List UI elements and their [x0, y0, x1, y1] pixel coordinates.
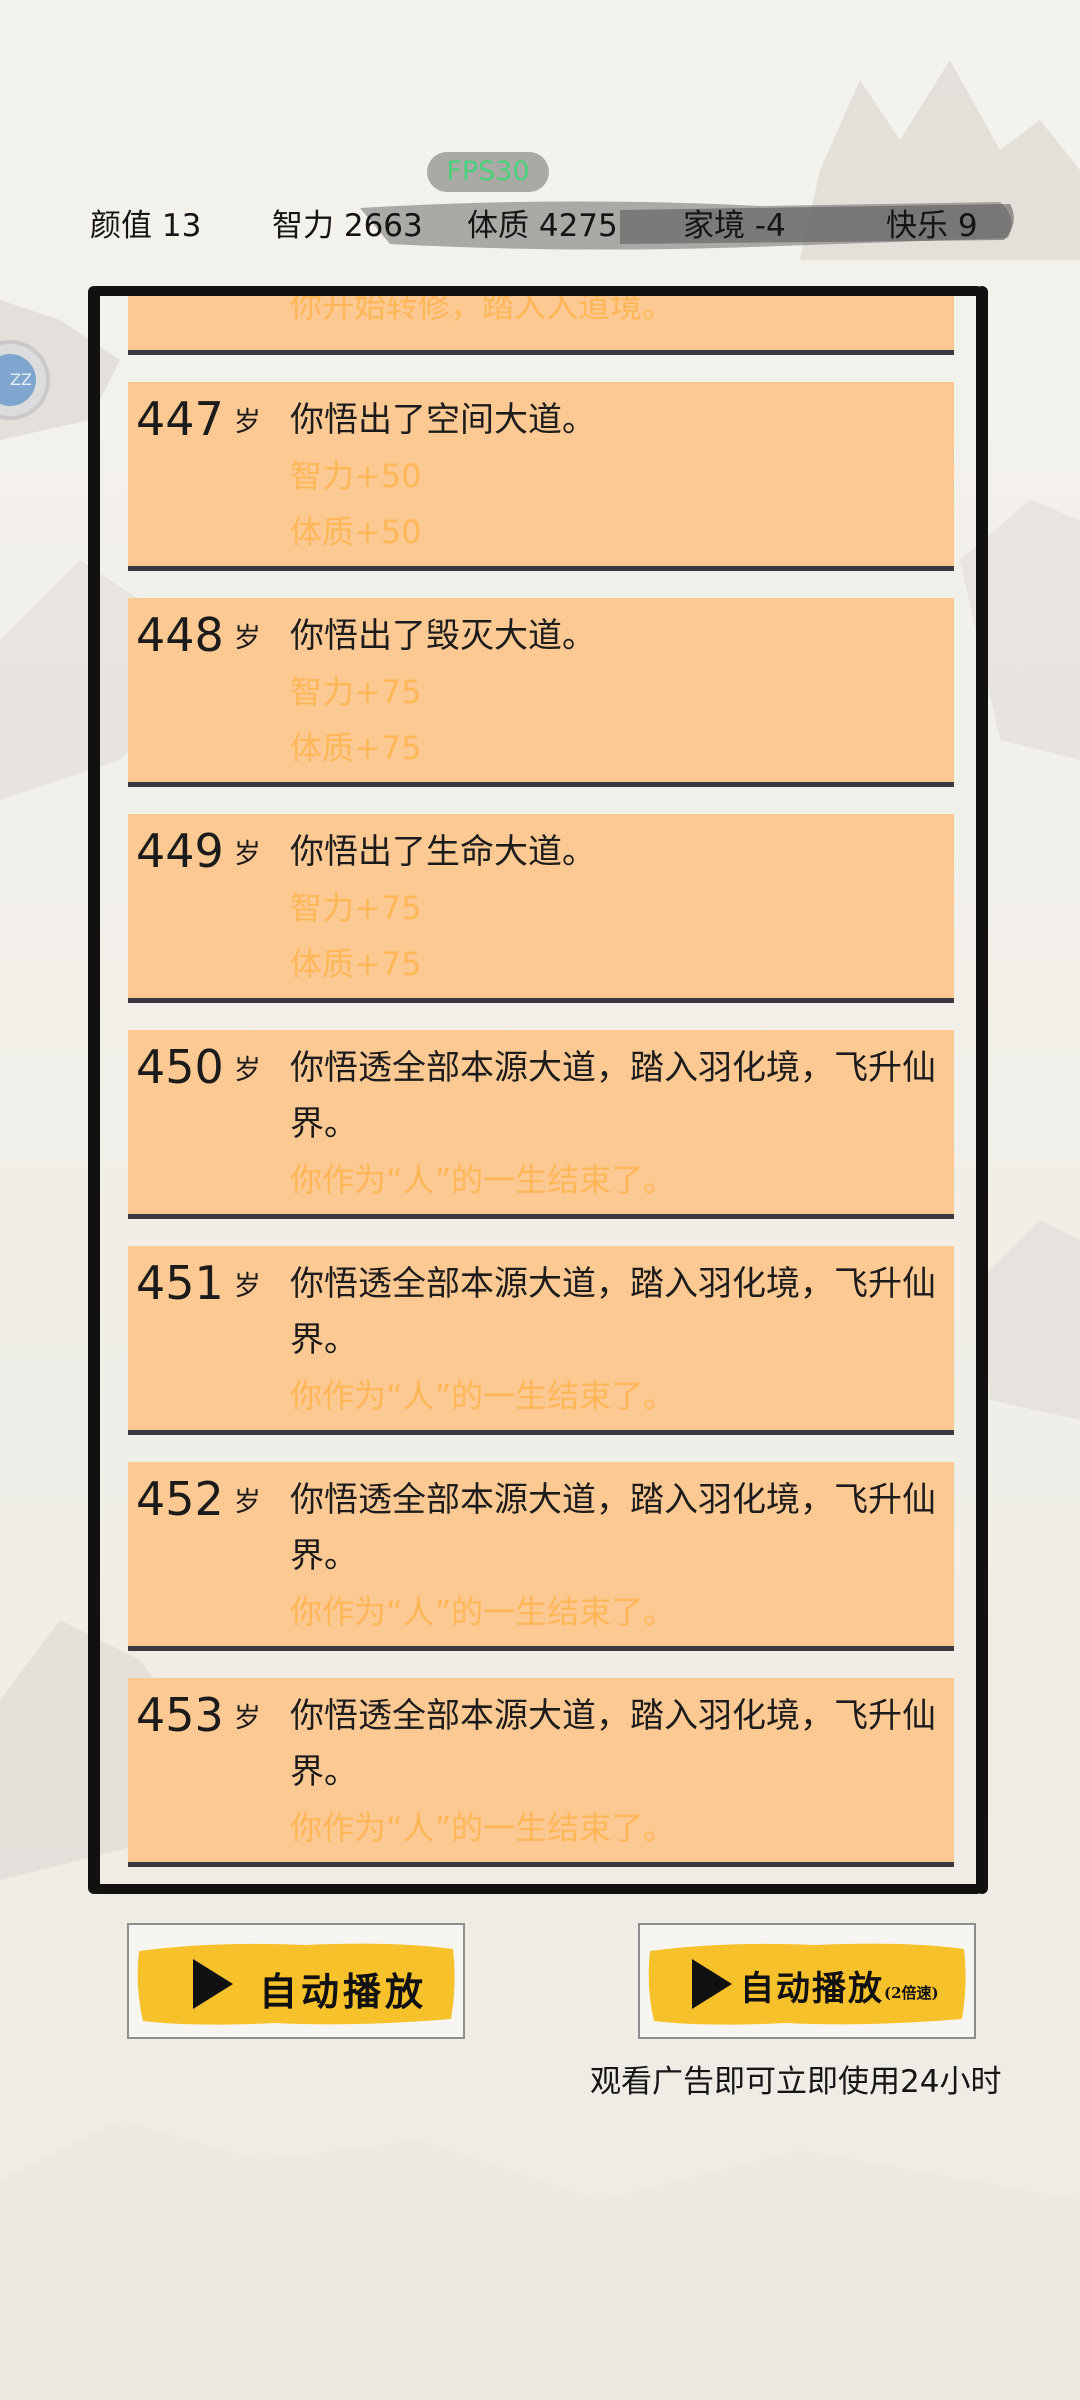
event-effect: 你作为“人”的一生结束了。 — [290, 1161, 676, 1199]
event-entry: 447 岁你悟出了空间大道。 智力+50 体质+50 — [128, 382, 954, 566]
event-effect: 智力+50 — [290, 457, 422, 495]
age-unit: 岁 — [233, 1055, 261, 1086]
event-text: 你悟透全部本源大道，踏入羽化境，飞升仙界。 — [290, 1696, 936, 1792]
auto-play-button[interactable]: 自动播放 — [127, 1923, 465, 2039]
event-age: 451 岁 — [136, 1256, 261, 1310]
event-age: 447 岁 — [136, 392, 261, 446]
log-frame-left — [88, 286, 100, 1894]
event-age: 452 岁 — [136, 1472, 261, 1526]
event-entry: 450 岁你悟透全部本源大道，踏入羽化境，飞升仙界。你作为“人”的一生结束了。 — [128, 1030, 954, 1214]
age-unit: 岁 — [233, 407, 261, 438]
play-icon — [692, 1959, 732, 2009]
fps-counter: FPS30 — [427, 152, 549, 192]
event-text: 你悟透全部本源大道，踏入羽化境，飞升仙界。 — [290, 1264, 936, 1360]
event-effect: 体质+75 — [290, 945, 422, 983]
event-text: 你悟透全部本源大道，踏入羽化境，飞升仙界。 — [290, 1480, 936, 1576]
speed-suffix: (2倍速) — [884, 1984, 939, 2002]
log-frame-right — [976, 286, 988, 1894]
event-list: 你开始转修，踏入入道境。 447 岁你悟出了空间大道。 智力+50 体质+50 448 岁… — [128, 286, 954, 1894]
auto-play-2x-label: 自动播放(2倍速) — [740, 1969, 939, 2009]
event-body: 你悟出了生命大道。 智力+75 体质+75 — [290, 824, 954, 992]
event-entry: 448 岁你悟出了毁灭大道。 智力+75 体质+75 — [128, 598, 954, 782]
event-entry: 449 岁你悟出了生命大道。 智力+75 体质+75 — [128, 814, 954, 998]
event-body: 你悟透全部本源大道，踏入羽化境，飞升仙界。你作为“人”的一生结束了。 — [290, 1256, 954, 1424]
event-body: 你悟出了空间大道。 智力+50 体质+50 — [290, 392, 954, 560]
event-text: 你悟出了毁灭大道。 — [290, 616, 596, 656]
event-effect: 智力+75 — [290, 673, 422, 711]
event-effect: 智力+75 — [290, 889, 422, 927]
age-unit: 岁 — [233, 1703, 261, 1734]
event-effect: 体质+50 — [290, 513, 422, 551]
event-effect: 你作为“人”的一生结束了。 — [290, 1809, 676, 1847]
event-age: 450 岁 — [136, 1040, 261, 1094]
event-effect: 你作为“人”的一生结束了。 — [290, 1377, 676, 1415]
auto-play-2x-button[interactable]: 自动播放(2倍速) — [638, 1923, 976, 2039]
life-event-log[interactable]: 你开始转修，踏入入道境。 447 岁你悟出了空间大道。 智力+50 体质+50 448 岁… — [92, 286, 984, 1894]
attribute-stats-bar: 颜值 13 智力 2663 体质 4275 家境 -4 快乐 9 — [60, 188, 1020, 258]
event-text: 你悟透全部本源大道，踏入羽化境，飞升仙界。 — [290, 1048, 936, 1144]
bubble-icon: ZZ — [0, 354, 36, 406]
event-text: 你悟出了生命大道。 — [290, 832, 596, 872]
event-body: 你悟透全部本源大道，踏入羽化境，飞升仙界。你作为“人”的一生结束了。 — [290, 1472, 954, 1640]
age-unit: 岁 — [233, 1487, 261, 1518]
event-body: 你悟出了毁灭大道。 智力+75 体质+75 — [290, 608, 954, 776]
log-frame-bottom — [92, 1884, 982, 1894]
event-entry: 452 岁你悟透全部本源大道，踏入羽化境，飞升仙界。你作为“人”的一生结束了。 — [128, 1462, 954, 1646]
log-frame-top — [92, 286, 982, 296]
event-entry: 453 岁你悟透全部本源大道，踏入羽化境，飞升仙界。你作为“人”的一生结束了。 — [128, 1678, 954, 1862]
event-effect: 体质+75 — [290, 729, 422, 767]
play-icon — [193, 1959, 233, 2009]
event-body: 你悟透全部本源大道，踏入羽化境，飞升仙界。你作为“人”的一生结束了。 — [290, 1040, 954, 1208]
event-age: 453 岁 — [136, 1688, 261, 1742]
event-text: 你悟出了空间大道。 — [290, 400, 596, 440]
stat-family: 家境 -4 — [683, 208, 786, 244]
age-unit: 岁 — [233, 623, 261, 654]
event-entry: 451 岁你悟透全部本源大道，踏入羽化境，飞升仙界。你作为“人”的一生结束了。 — [128, 1246, 954, 1430]
stat-constitution: 体质 4275 — [467, 208, 618, 244]
auto-play-label: 自动播放 — [259, 1969, 428, 2014]
event-age: 449 岁 — [136, 824, 261, 878]
stat-intelligence: 智力 2663 — [272, 208, 423, 244]
event-age: 448 岁 — [136, 608, 261, 662]
event-effect: 你作为“人”的一生结束了。 — [290, 1593, 676, 1631]
event-body: 你悟透全部本源大道，踏入羽化境，飞升仙界。你作为“人”的一生结束了。 — [290, 1688, 954, 1856]
age-unit: 岁 — [233, 1271, 261, 1302]
age-unit: 岁 — [233, 839, 261, 870]
stat-appearance: 颜值 13 — [90, 208, 202, 244]
ad-reward-note: 观看广告即可立即使用24小时 — [590, 2064, 1002, 2100]
stat-happiness: 快乐 9 — [886, 208, 978, 244]
